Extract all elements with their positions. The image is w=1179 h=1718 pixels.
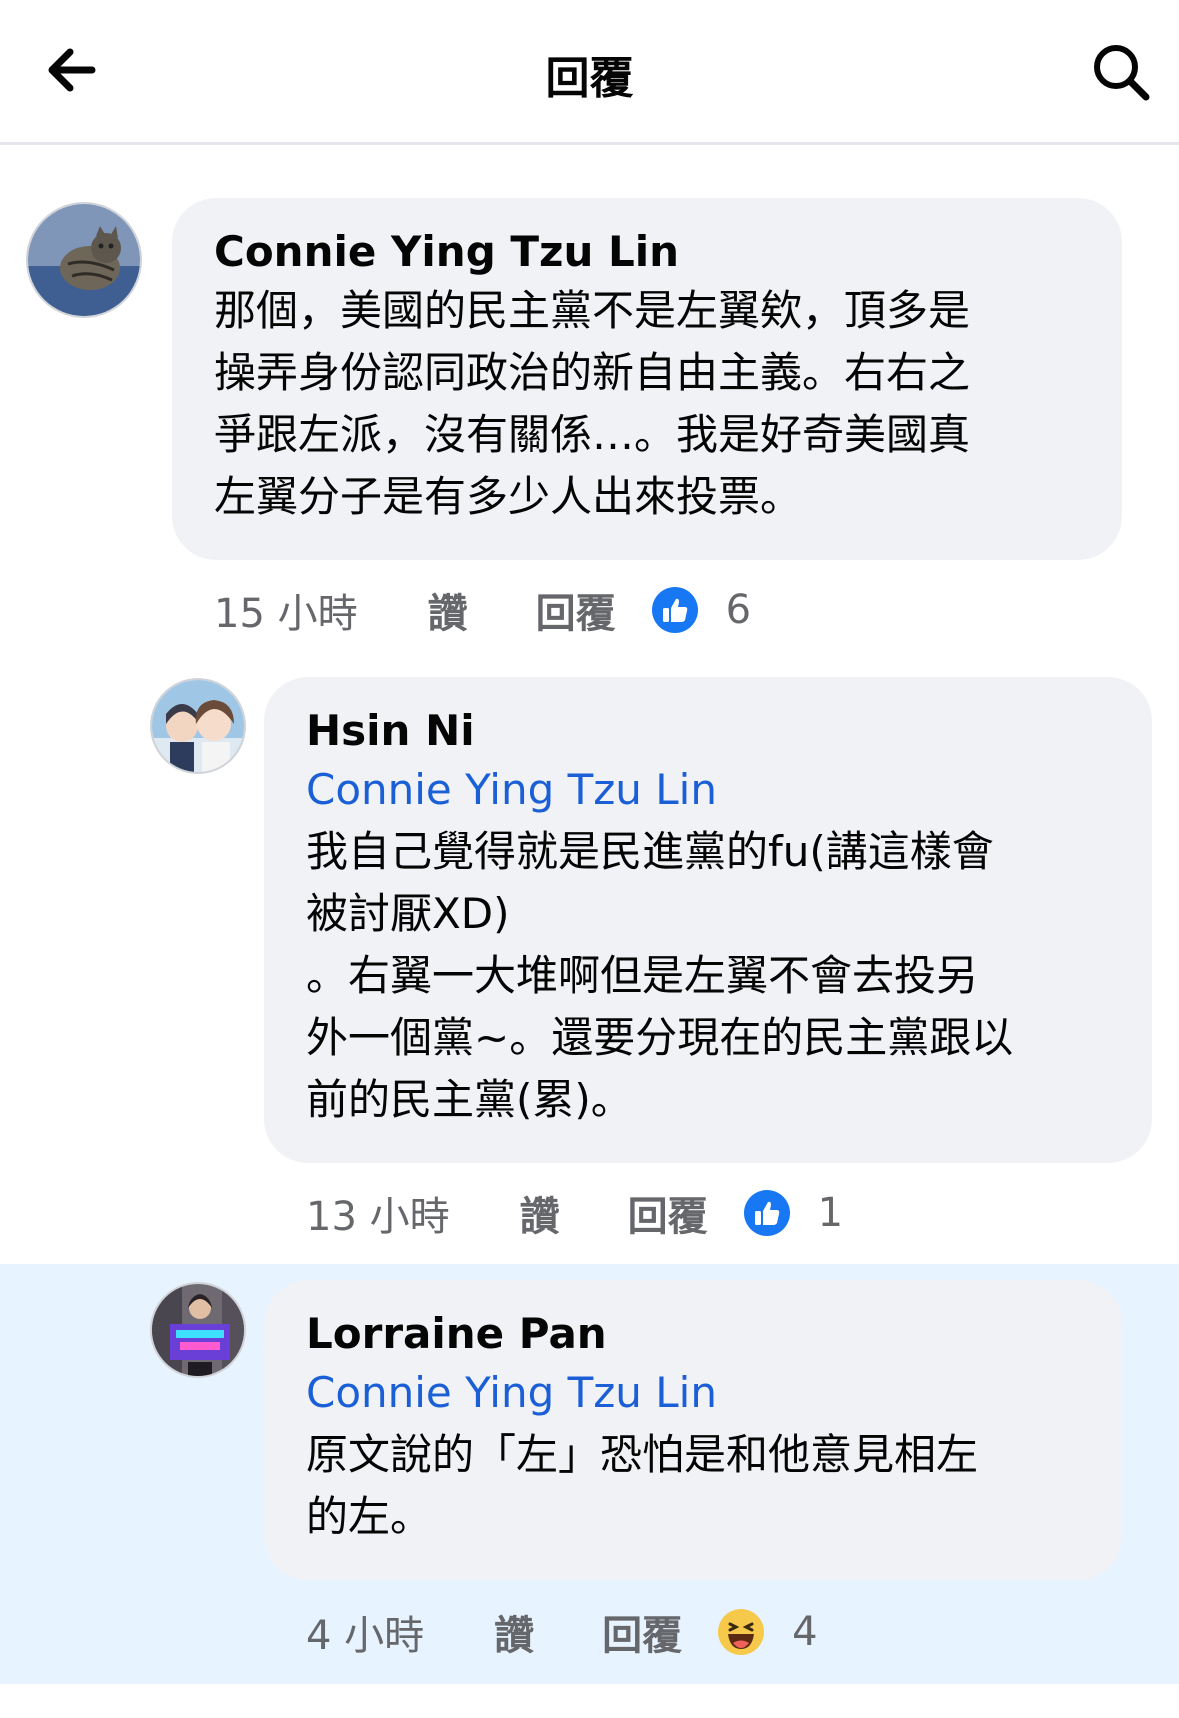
search-icon (1094, 45, 1150, 101)
like-button[interactable]: 讚 (494, 1603, 534, 1661)
reply-button[interactable]: 回覆 (602, 1603, 682, 1661)
reply-button[interactable]: 回覆 (536, 581, 616, 639)
mention-link[interactable]: Connie Ying Tzu Lin (306, 759, 1122, 821)
anime-photo (152, 680, 244, 772)
comment-text: 我自己覺得就是民進黨的fu(講這樣會 被討厭XD) 。右翼一大堆啊但是左翼不會去… (306, 827, 1014, 1124)
comment-actions: 4 小時 讚 回覆 4 (306, 1602, 818, 1662)
comment-author[interactable]: Connie Ying Tzu Lin (214, 224, 1082, 280)
like-button[interactable]: 讚 (520, 1184, 560, 1242)
page-title: 回覆 (545, 53, 634, 104)
comment-author[interactable]: Lorraine Pan (306, 1306, 1092, 1362)
comment-time: 4 小時 (306, 1613, 425, 1659)
like-button[interactable]: 讚 (428, 581, 468, 639)
comment-bubble[interactable]: Connie Ying Tzu Lin 那個，美國的民主黨不是左翼欸，頂多是 操… (172, 198, 1122, 560)
comment-author[interactable]: Hsin Ni (306, 703, 1122, 759)
avatar[interactable] (150, 1282, 246, 1378)
thumbs-up-icon[interactable] (743, 1190, 790, 1236)
comment-time: 13 小時 (306, 1194, 450, 1240)
mention-link[interactable]: Connie Ying Tzu Lin (306, 1362, 1092, 1424)
comment-text: 原文說的「左」恐怕是和他意見相左 的左。 (306, 1430, 979, 1541)
avatar[interactable] (26, 202, 142, 318)
reply-button[interactable]: 回覆 (628, 1184, 708, 1242)
comment-bubble[interactable]: Lorraine Pan Connie Ying Tzu Lin 原文說的「左」… (264, 1280, 1122, 1580)
protest-photo (152, 1284, 244, 1376)
top-bar: 回覆 (0, 0, 1179, 145)
reaction-count[interactable]: 6 (726, 587, 751, 633)
cat-photo (28, 204, 140, 316)
avatar[interactable] (150, 678, 246, 774)
comment-bubble[interactable]: Hsin Ni Connie Ying Tzu Lin 我自己覺得就是民進黨的f… (264, 677, 1152, 1163)
comment-time: 15 小時 (214, 591, 358, 637)
thumbs-up-icon[interactable] (651, 587, 698, 633)
search-button[interactable] (1088, 40, 1154, 106)
haha-emoji-icon[interactable] (718, 1609, 765, 1655)
reaction-count[interactable]: 1 (818, 1190, 843, 1236)
reaction-count[interactable]: 4 (792, 1609, 817, 1655)
comment-text: 那個，美國的民主黨不是左翼欸，頂多是 操弄身份認同政治的新自由主義。右右之 爭跟… (214, 286, 971, 521)
comment-actions: 15 小時 讚 回覆 6 (214, 580, 751, 640)
comment-actions: 13 小時 讚 回覆 1 (306, 1183, 843, 1243)
